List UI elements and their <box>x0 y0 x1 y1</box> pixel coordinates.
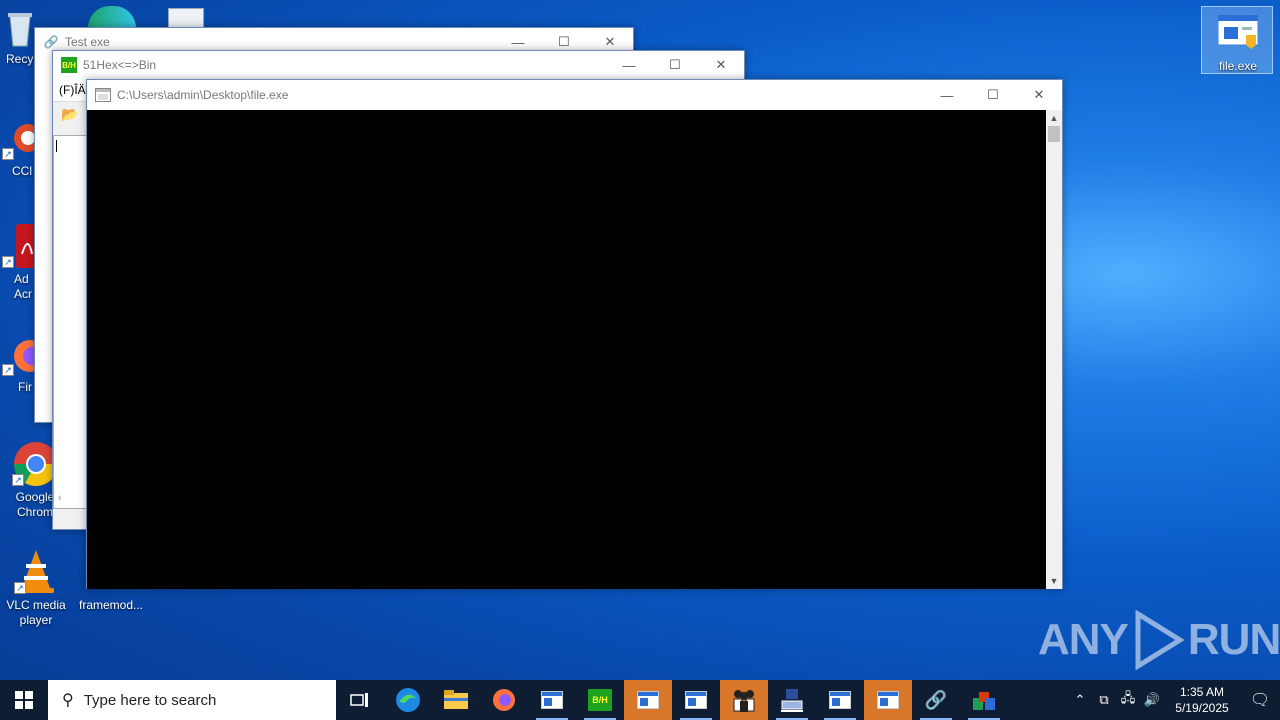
system-tray: ⌃ ⧉ 🖧 🔊 1:35 AM 5/19/2025 🗨 <box>1068 680 1280 720</box>
windows-logo-icon <box>15 691 33 709</box>
task-view-icon <box>350 693 368 707</box>
desktop-icon-label: file.exe <box>1218 59 1258 73</box>
chrome-icon: ↗ <box>12 440 58 486</box>
acrobat-icon: ↗ <box>2 224 38 268</box>
open-folder-icon[interactable]: 📂 <box>61 106 78 122</box>
window-title: C:\Users\admin\Desktop\file.exe <box>117 88 289 102</box>
maximize-button[interactable]: ☐ <box>652 51 698 80</box>
search-icon: ⚲ <box>62 692 74 709</box>
hexbin-app-icon: B/H <box>588 689 612 711</box>
start-button[interactable] <box>0 680 48 720</box>
minimize-button[interactable]: — <box>606 51 652 80</box>
taskbar-test-exe[interactable]: 🔗 <box>912 680 960 720</box>
desktop-icon-framemod[interactable]: framemod... <box>75 590 147 613</box>
maximize-button[interactable]: ☐ <box>970 81 1016 110</box>
close-button[interactable]: ✕ <box>1016 81 1062 110</box>
watermark-text-run: RUN <box>1187 615 1280 664</box>
console-window[interactable]: C:\Users\admin\Desktop\file.exe — ☐ ✕ ▲ … <box>86 79 1063 589</box>
ccleaner-icon: ↗ <box>2 120 42 160</box>
play-logo-icon <box>1135 610 1185 670</box>
taskbar-app-window-1[interactable] <box>528 680 576 720</box>
console-output[interactable] <box>87 110 1046 589</box>
taskbar-search-box[interactable]: ⚲ Type here to search <box>48 680 336 720</box>
text-cursor <box>56 140 57 152</box>
edge-desktop-icon[interactable] <box>88 6 136 28</box>
people-group-icon <box>733 690 755 712</box>
scroll-left-arrow-icon[interactable]: ‹ <box>58 492 62 504</box>
network-icon[interactable]: 🖧 <box>1116 689 1140 711</box>
vlc-cone-icon: ↗ <box>14 548 58 594</box>
taskbar-app-window-4[interactable] <box>816 680 864 720</box>
desktop-icon-file-exe[interactable]: file.exe <box>1201 6 1273 74</box>
editor-area[interactable]: ‹ <box>53 135 87 509</box>
document-desktop-icon[interactable] <box>168 8 204 28</box>
taskbar-hexbin[interactable]: B/H <box>576 680 624 720</box>
shortcut-arrow-icon: ↗ <box>2 256 14 268</box>
search-placeholder: Type here to search <box>83 691 217 709</box>
volume-icon[interactable]: 🔊 <box>1140 692 1164 708</box>
taskbar-app-window-2[interactable] <box>624 680 672 720</box>
desktop-icon-label: framemod... <box>78 598 144 612</box>
taskbar-firefox[interactable] <box>480 680 528 720</box>
clock-date: 5/19/2025 <box>1175 701 1229 715</box>
scrollbar-thumb[interactable] <box>1048 126 1060 142</box>
office-blocks-icon <box>973 692 995 710</box>
shortcut-arrow-icon: ↗ <box>12 474 24 486</box>
app-window-icon <box>829 691 851 709</box>
shortcut-arrow-icon: ↗ <box>2 364 14 376</box>
taskbar-office-app[interactable] <box>960 680 1008 720</box>
notifications-icon[interactable]: 🗨 <box>1240 690 1280 710</box>
firefox-icon <box>493 689 515 711</box>
link-icon: 🔗 <box>43 35 59 49</box>
shortcut-arrow-icon: ↗ <box>2 148 14 160</box>
taskbar-edge[interactable] <box>384 680 432 720</box>
app-window-icon <box>541 691 563 709</box>
link-icon: 🔗 <box>924 689 948 710</box>
app-window-icon <box>637 691 659 709</box>
menu-file[interactable]: (F)ÎÄ <box>59 83 86 97</box>
network-tool-icon <box>781 689 803 712</box>
desktop-icon-label: Ad Acr <box>14 272 32 301</box>
taskbar-app-window-3[interactable] <box>672 680 720 720</box>
scroll-down-arrow-icon[interactable]: ▼ <box>1046 573 1062 589</box>
task-view-button[interactable] <box>336 680 384 720</box>
chevron-up-icon[interactable]: ⌃ <box>1068 692 1092 708</box>
folder-icon <box>444 690 468 709</box>
firefox-icon: ↗ <box>2 336 46 376</box>
anyrun-watermark: ANY RUN <box>1038 610 1280 670</box>
window-title: 51Hex<=>Bin <box>83 58 157 72</box>
app-window-icon <box>685 691 707 709</box>
vertical-scrollbar[interactable]: ▲ ▼ <box>1046 110 1062 589</box>
minimize-button[interactable]: — <box>924 81 970 110</box>
app-window-icon <box>877 691 899 709</box>
title-bar[interactable]: C:\Users\admin\Desktop\file.exe — ☐ ✕ <box>87 80 1062 110</box>
clock-time: 1:35 AM <box>1179 685 1225 699</box>
taskbar: ⚲ Type here to search B/H 🔗 ⌃ ⧉ 🖧 🔊 1:35… <box>0 680 1280 720</box>
edge-icon <box>396 688 420 712</box>
desktop-icon-label: VLC media player <box>6 598 66 627</box>
close-button[interactable]: ✕ <box>698 51 744 80</box>
taskbar-people-app[interactable] <box>720 680 768 720</box>
scroll-up-arrow-icon[interactable]: ▲ <box>1046 110 1062 126</box>
taskbar-app-window-5[interactable] <box>864 680 912 720</box>
hexbin-app-icon: B/H <box>61 57 77 73</box>
window-title: Test exe <box>65 35 110 49</box>
clock[interactable]: 1:35 AM 5/19/2025 <box>1164 684 1240 716</box>
recycle-bin-icon <box>2 8 38 48</box>
meet-now-icon[interactable]: ⧉ <box>1092 692 1116 708</box>
taskbar-network-tool[interactable] <box>768 680 816 720</box>
console-app-icon <box>95 87 111 103</box>
title-bar[interactable]: B/H 51Hex<=>Bin — ☐ ✕ <box>53 51 744 79</box>
shortcut-arrow-icon: ↗ <box>14 582 26 594</box>
taskbar-file-explorer[interactable] <box>432 680 480 720</box>
app-window-icon <box>1217 14 1259 49</box>
desktop-icon-vlc[interactable]: ↗ VLC media player <box>0 548 72 628</box>
watermark-text-any: ANY <box>1038 615 1129 664</box>
